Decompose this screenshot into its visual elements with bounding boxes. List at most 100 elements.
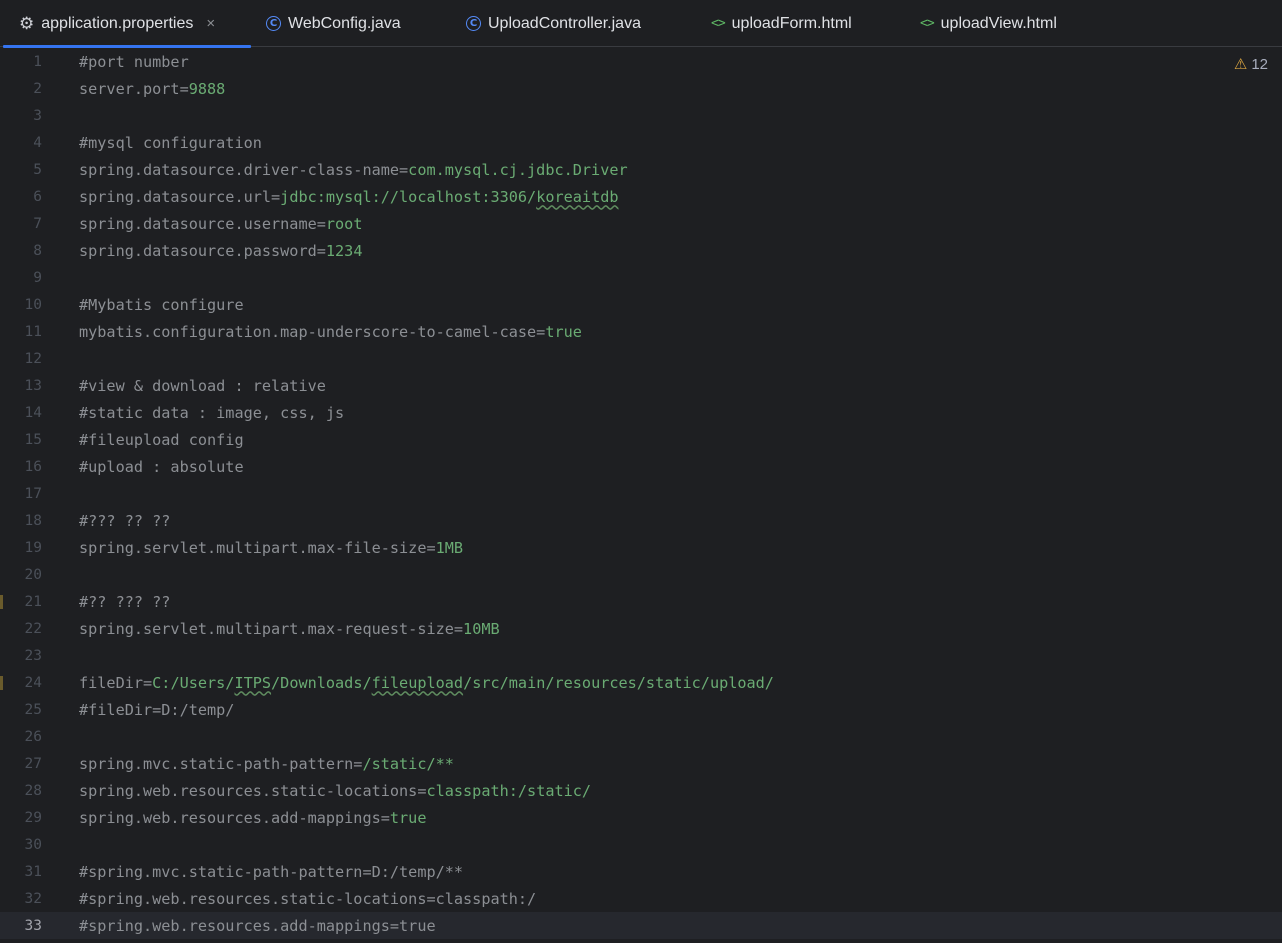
close-icon[interactable]: × (206, 15, 215, 32)
code-line[interactable]: 27 spring.mvc.static-path-pattern=/static… (0, 750, 1282, 777)
line-number: 9 (33, 269, 42, 286)
line-number: 25 (24, 701, 42, 718)
code-line[interactable]: 15 #fileupload config (0, 426, 1282, 453)
line-number: 26 (24, 728, 42, 745)
code-token: #spring.web.resources.static-locations=c… (79, 889, 537, 908)
code-line[interactable]: 26 (0, 723, 1282, 750)
inspection-widget[interactable]: ⚠ 12 (1234, 55, 1268, 73)
line-number: 29 (24, 809, 42, 826)
line-code: spring.web.resources.add-mappings=true (79, 809, 426, 827)
code-line[interactable]: 17 (0, 480, 1282, 507)
line-number: 31 (24, 863, 42, 880)
code-token: #spring.web.resources.add-mappings=true (79, 916, 436, 935)
line-number: 13 (24, 377, 42, 394)
tab-application-properties[interactable]: ⚙ application.properties × (3, 0, 251, 48)
code-line[interactable]: 3 (0, 102, 1282, 129)
code-editor[interactable]: 1 #port number 2 server.port=9888 3 4 #mysql c… (0, 48, 1282, 943)
code-token: classpath:/static/ (426, 781, 592, 800)
line-code: #??? ?? ?? (79, 512, 170, 530)
code-line[interactable]: 29 spring.web.resources.add-mappings=true (0, 804, 1282, 831)
code-token: jdbc:mysql://localhost:3306/ (280, 187, 537, 206)
code-line[interactable]: 16 #upload : absolute (0, 453, 1282, 480)
code-line[interactable]: 19 spring.servlet.multipart.max-file-size… (0, 534, 1282, 561)
line-code: #spring.web.resources.add-mappings=true (79, 917, 436, 935)
code-line[interactable]: 20 (0, 561, 1282, 588)
code-line[interactable]: 4 #mysql configuration (0, 129, 1282, 156)
line-number: 17 (24, 485, 42, 502)
code-line[interactable]: 6 spring.datasource.url=jdbc:mysql://loca… (0, 183, 1282, 210)
code-token: #Mybatis configure (79, 295, 244, 314)
line-number: 5 (33, 161, 42, 178)
code-line[interactable]: 25 #fileDir=D:/temp/ (0, 696, 1282, 723)
gutter-change-marker (0, 676, 3, 690)
code-line[interactable]: 32 #spring.web.resources.static-locations… (0, 885, 1282, 912)
line-code: #spring.web.resources.static-locations=c… (79, 890, 536, 908)
code-line[interactable]: 22 spring.servlet.multipart.max-request-s… (0, 615, 1282, 642)
code-line[interactable]: 8 spring.datasource.password=1234 (0, 237, 1282, 264)
code-line[interactable]: 9 (0, 264, 1282, 291)
code-token: /src/main/resources/static/upload/ (463, 673, 774, 692)
line-number: 12 (24, 350, 42, 367)
line-number: 8 (33, 242, 42, 259)
code-line[interactable]: 2 server.port=9888 (0, 75, 1282, 102)
code-line[interactable]: 12 (0, 345, 1282, 372)
code-token: #?? ??? ?? (79, 592, 171, 611)
line-code: fileDir=C:/Users/ITPS/Downloads/fileuplo… (79, 674, 774, 692)
code-token: #fileupload config (79, 430, 244, 449)
code-line[interactable]: 23 (0, 642, 1282, 669)
code-line[interactable]: 1 #port number (0, 48, 1282, 75)
tab-uploadcontroller-java[interactable]: C UploadController.java (466, 0, 641, 47)
code-line[interactable]: 11 mybatis.configuration.map-underscore-t… (0, 318, 1282, 345)
gear-icon: ⚙ (19, 13, 35, 34)
line-code: spring.web.resources.static-locations=cl… (79, 782, 591, 800)
line-code: #view & download : relative (79, 377, 326, 395)
code-line[interactable]: 14 #static data : image, css, js (0, 399, 1282, 426)
code-token: spring.web.resources.static-locations= (79, 781, 427, 800)
code-token: #view & download : relative (79, 376, 326, 395)
line-number: 20 (24, 566, 42, 583)
code-line[interactable]: 5 spring.datasource.driver-class-name=com… (0, 156, 1282, 183)
line-number: 19 (24, 539, 42, 556)
code-token: #port number (79, 52, 189, 71)
line-number: 32 (24, 890, 42, 907)
line-code: spring.servlet.multipart.max-file-size=1… (79, 539, 463, 557)
line-code: #spring.mvc.static-path-pattern=D:/temp/… (79, 863, 463, 881)
code-line[interactable]: 24 fileDir=C:/Users/ITPS/Downloads/fileup… (0, 669, 1282, 696)
code-token: spring.web.resources.add-mappings= (79, 808, 390, 827)
code-token: #static data : image, css, js (79, 403, 345, 422)
line-number: 15 (24, 431, 42, 448)
code-token: spring.servlet.multipart.max-request-siz… (79, 619, 464, 638)
tab-webconfig-java[interactable]: C WebConfig.java (266, 0, 401, 47)
tab-label: UploadController.java (488, 14, 641, 32)
code-line[interactable]: 7 spring.datasource.username=root (0, 210, 1282, 237)
tab-label: uploadForm.html (731, 14, 852, 32)
code-token: mybatis.configuration.map-underscore-to-… (79, 322, 546, 341)
tab-uploadview-html[interactable]: <> uploadView.html (920, 0, 1057, 47)
code-line[interactable]: 21 #?? ??? ?? (0, 588, 1282, 615)
code-token: 10MB (463, 619, 500, 638)
line-number: 11 (24, 323, 42, 340)
line-number: 16 (24, 458, 42, 475)
line-code: #?? ??? ?? (79, 593, 170, 611)
line-code: spring.mvc.static-path-pattern=/static/*… (79, 755, 454, 773)
code-line[interactable]: 33 #spring.web.resources.add-mappings=tru… (0, 912, 1282, 939)
line-code: spring.datasource.driver-class-name=com.… (79, 161, 628, 179)
code-token: #??? ?? ?? (79, 511, 171, 530)
code-line[interactable]: 18 #??? ?? ?? (0, 507, 1282, 534)
code-line[interactable]: 10 #Mybatis configure (0, 291, 1282, 318)
line-number: 27 (24, 755, 42, 772)
class-icon: C (266, 16, 281, 31)
line-number: 24 (24, 674, 42, 691)
code-token: spring.datasource.username= (79, 214, 326, 233)
warning-icon: ⚠ (1233, 55, 1248, 73)
tab-uploadform-html[interactable]: <> uploadForm.html (711, 0, 852, 47)
html-icon: <> (920, 16, 935, 31)
code-line[interactable]: 13 #view & download : relative (0, 372, 1282, 399)
code-line[interactable]: 28 spring.web.resources.static-locations=… (0, 777, 1282, 804)
code-token: #spring.mvc.static-path-pattern=D:/temp/… (79, 862, 464, 881)
line-code: server.port=9888 (79, 80, 225, 98)
line-number: 21 (24, 593, 42, 610)
code-line[interactable]: 31 #spring.mvc.static-path-pattern=D:/tem… (0, 858, 1282, 885)
code-line[interactable]: 30 (0, 831, 1282, 858)
line-code: mybatis.configuration.map-underscore-to-… (79, 323, 582, 341)
